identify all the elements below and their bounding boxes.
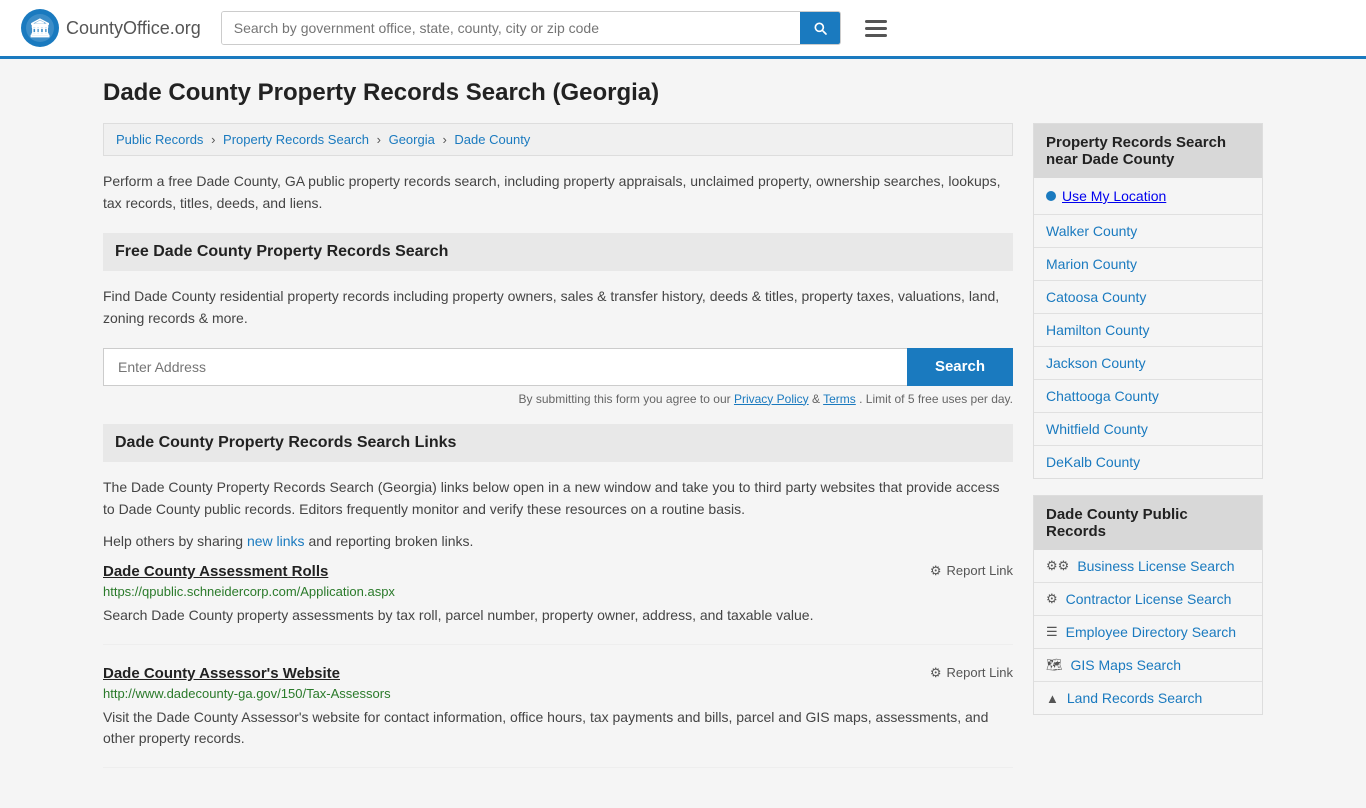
hamburger-icon <box>865 20 887 37</box>
breadcrumb-public-records[interactable]: Public Records <box>116 132 203 147</box>
sidebar-item-chattooga[interactable]: Chattooga County <box>1034 380 1262 413</box>
main-description: Perform a free Dade County, GA public pr… <box>103 170 1013 215</box>
sidebar-business-license[interactable]: ⚙⚙ Business License Search <box>1034 550 1262 583</box>
business-license-link[interactable]: Business License Search <box>1077 558 1234 574</box>
catoosa-county-link[interactable]: Catoosa County <box>1046 289 1146 305</box>
free-search-description: Find Dade County residential property re… <box>103 285 1013 330</box>
link-title-assessors-website[interactable]: Dade County Assessor's Website <box>103 665 340 682</box>
sidebar-item-whitfield[interactable]: Whitfield County <box>1034 413 1262 446</box>
land-records-link[interactable]: Land Records Search <box>1067 690 1202 706</box>
contractor-license-link[interactable]: Contractor License Search <box>1066 591 1232 607</box>
terms-limit: . Limit of 5 free uses per day. <box>859 392 1013 406</box>
breadcrumb-property-records-search[interactable]: Property Records Search <box>223 132 369 147</box>
breadcrumb-georgia[interactable]: Georgia <box>389 132 435 147</box>
contractor-license-icon: ⚙ <box>1046 591 1058 607</box>
public-records-section: Dade County Public Records ⚙⚙ Business L… <box>1033 495 1263 715</box>
search-links-heading: Dade County Property Records Search Link… <box>103 424 1013 462</box>
use-my-location-item[interactable]: Use My Location <box>1034 178 1262 215</box>
report-link-button-0[interactable]: ⚙ Report Link <box>930 563 1013 579</box>
address-input[interactable] <box>103 348 907 386</box>
nearby-counties-section: Property Records Search near Dade County… <box>1033 123 1263 479</box>
share-text: Help others by sharing <box>103 533 243 549</box>
location-dot-icon <box>1046 191 1056 201</box>
breadcrumb: Public Records › Property Records Search… <box>103 123 1013 156</box>
report-link-icon-1: ⚙ <box>930 665 942 681</box>
main-content: Public Records › Property Records Search… <box>103 123 1013 788</box>
global-search-button[interactable] <box>800 12 840 44</box>
logo-icon: 🏛 <box>20 8 60 48</box>
page-title: Dade County Property Records Search (Geo… <box>103 79 1263 107</box>
logo-text: CountyOffice.org <box>66 18 201 39</box>
hamilton-county-link[interactable]: Hamilton County <box>1046 322 1150 338</box>
description-after: and reporting broken links. <box>308 533 473 549</box>
report-link-icon: ⚙ <box>930 563 942 579</box>
link-item-assessment-rolls: Dade County Assessment Rolls ⚙ Report Li… <box>103 563 1013 645</box>
walker-county-link[interactable]: Walker County <box>1046 223 1137 239</box>
sidebar-item-walker[interactable]: Walker County <box>1034 215 1262 248</box>
global-search-input[interactable] <box>222 12 800 44</box>
sidebar-gis-maps[interactable]: 🗺 GIS Maps Search <box>1034 649 1262 682</box>
logo[interactable]: 🏛 CountyOffice.org <box>20 8 201 48</box>
sidebar-employee-directory[interactable]: ☰ Employee Directory Search <box>1034 616 1262 649</box>
gis-maps-icon: 🗺 <box>1046 657 1063 673</box>
svg-text:🏛: 🏛 <box>29 18 52 38</box>
link-url-0[interactable]: https://qpublic.schneidercorp.com/Applic… <box>103 584 1013 599</box>
page-wrapper: Dade County Property Records Search (Geo… <box>83 59 1283 808</box>
dekalb-county-link[interactable]: DeKalb County <box>1046 454 1140 470</box>
gis-maps-link[interactable]: GIS Maps Search <box>1071 657 1182 673</box>
links-description-before: The Dade County Property Records Search … <box>103 476 1013 521</box>
link-item-assessors-website: Dade County Assessor's Website ⚙ Report … <box>103 665 1013 768</box>
logo-suffix: .org <box>170 18 201 38</box>
terms-and: & <box>812 392 823 406</box>
link-item-header: Dade County Assessment Rolls ⚙ Report Li… <box>103 563 1013 580</box>
business-license-icon: ⚙⚙ <box>1046 558 1069 574</box>
land-records-icon: ▲ <box>1046 691 1059 706</box>
employee-directory-icon: ☰ <box>1046 624 1058 640</box>
breadcrumb-dade-county[interactable]: Dade County <box>454 132 530 147</box>
links-description-share: Help others by sharing new links and rep… <box>103 530 1013 552</box>
address-search-form: Search By submitting this form you agree… <box>103 348 1013 406</box>
use-my-location-link[interactable]: Use My Location <box>1062 188 1166 204</box>
sidebar-item-marion[interactable]: Marion County <box>1034 248 1262 281</box>
main-layout: Public Records › Property Records Search… <box>103 123 1263 788</box>
global-search-bar <box>221 11 841 45</box>
logo-name: CountyOffice <box>66 18 170 38</box>
menu-hamburger-button[interactable] <box>861 16 891 41</box>
report-link-button-1[interactable]: ⚙ Report Link <box>930 665 1013 681</box>
employee-directory-link[interactable]: Employee Directory Search <box>1066 624 1236 640</box>
jackson-county-link[interactable]: Jackson County <box>1046 355 1146 371</box>
sidebar-item-jackson[interactable]: Jackson County <box>1034 347 1262 380</box>
privacy-policy-link[interactable]: Privacy Policy <box>734 392 809 406</box>
search-icon <box>812 20 828 36</box>
sidebar: Property Records Search near Dade County… <box>1033 123 1263 788</box>
terms-text: By submitting this form you agree to our <box>519 392 731 406</box>
report-link-text-0: Report Link <box>947 563 1013 578</box>
new-links-link[interactable]: new links <box>247 533 305 549</box>
link-title-assessment-rolls[interactable]: Dade County Assessment Rolls <box>103 563 328 580</box>
link-desc-1: Visit the Dade County Assessor's website… <box>103 707 1013 749</box>
address-search-row: Search <box>103 348 1013 386</box>
public-records-heading: Dade County Public Records <box>1034 496 1262 550</box>
sidebar-item-dekalb[interactable]: DeKalb County <box>1034 446 1262 478</box>
link-item-header-1: Dade County Assessor's Website ⚙ Report … <box>103 665 1013 682</box>
site-header: 🏛 CountyOffice.org <box>0 0 1366 59</box>
link-url-1[interactable]: http://www.dadecounty-ga.gov/150/Tax-Ass… <box>103 686 1013 701</box>
sidebar-contractor-license[interactable]: ⚙ Contractor License Search <box>1034 583 1262 616</box>
report-link-text-1: Report Link <box>947 665 1013 680</box>
whitfield-county-link[interactable]: Whitfield County <box>1046 421 1148 437</box>
form-terms: By submitting this form you agree to our… <box>103 392 1013 406</box>
sidebar-land-records[interactable]: ▲ Land Records Search <box>1034 682 1262 714</box>
chattooga-county-link[interactable]: Chattooga County <box>1046 388 1159 404</box>
address-search-button[interactable]: Search <box>907 348 1013 386</box>
marion-county-link[interactable]: Marion County <box>1046 256 1137 272</box>
nearby-counties-heading: Property Records Search near Dade County <box>1034 124 1262 178</box>
terms-link[interactable]: Terms <box>823 392 856 406</box>
link-desc-0: Search Dade County property assessments … <box>103 605 1013 626</box>
search-links-section: Dade County Property Records Search Link… <box>103 424 1013 768</box>
free-search-heading: Free Dade County Property Records Search <box>103 233 1013 271</box>
sidebar-item-catoosa[interactable]: Catoosa County <box>1034 281 1262 314</box>
sidebar-item-hamilton[interactable]: Hamilton County <box>1034 314 1262 347</box>
